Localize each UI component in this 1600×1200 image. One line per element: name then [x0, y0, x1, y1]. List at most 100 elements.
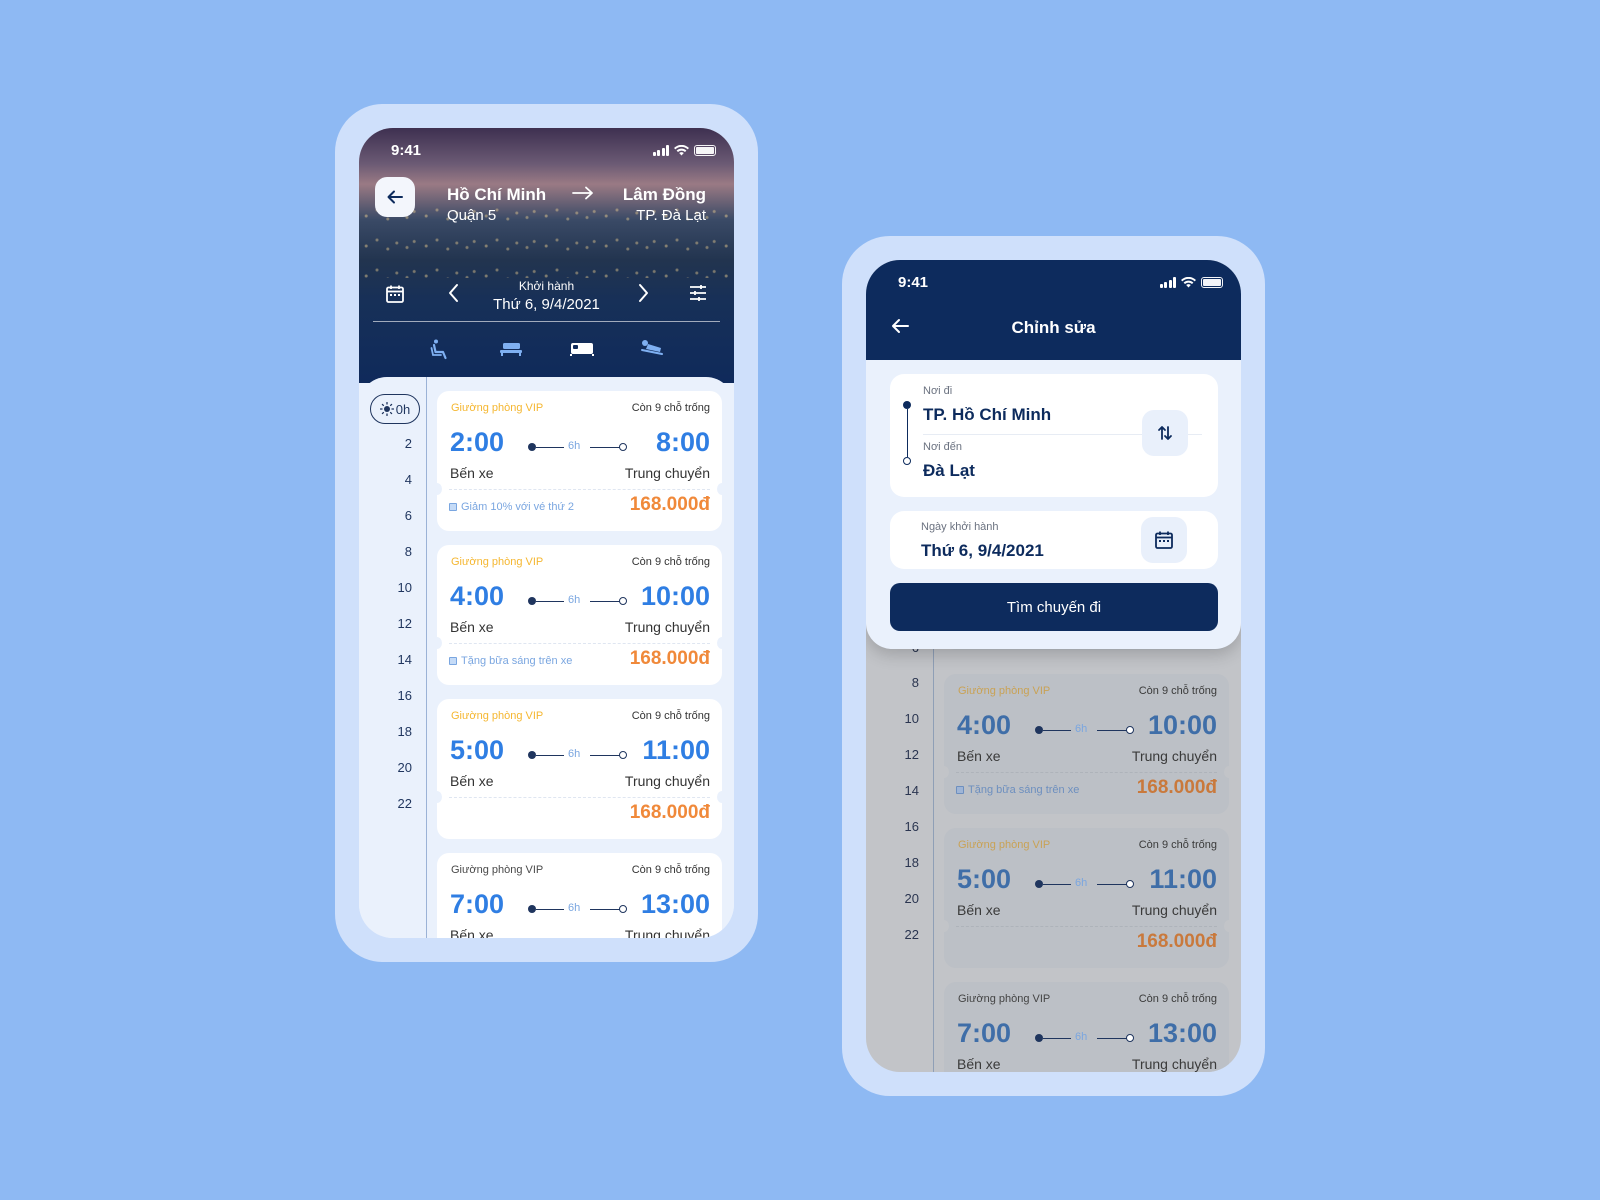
timeline-hour[interactable]: 10: [398, 580, 412, 595]
signal-icon: [652, 145, 669, 156]
arrow-right-icon: [572, 186, 593, 200]
results-screen: 9:41 Hồ Chí Minh Quận 5 Lâm Đồng TP. Đà …: [359, 128, 734, 938]
ticket-notch: [432, 637, 442, 649]
timeline-hour[interactable]: 22: [905, 927, 919, 942]
start-dot: [1035, 1034, 1043, 1042]
sleeper-icon[interactable]: [640, 338, 664, 363]
end-dot: [1126, 1034, 1134, 1042]
line-segment: [536, 754, 564, 756]
next-date-button[interactable]: [636, 282, 650, 304]
trip-duration-line: 6h: [1035, 723, 1135, 735]
line-segment: [536, 446, 564, 448]
calendar-button[interactable]: [1141, 517, 1187, 563]
timeline-hour[interactable]: 22: [398, 796, 412, 811]
timeline-hour[interactable]: 20: [905, 891, 919, 906]
dropoff-point: Trung chuyển: [1131, 902, 1217, 918]
timeline-hour[interactable]: 2: [405, 436, 412, 451]
dropoff-point: Trung chuyển: [1131, 1056, 1217, 1072]
line-segment: [590, 754, 620, 756]
timeline-current-chip[interactable]: 0h: [370, 394, 420, 424]
timeline-hour[interactable]: 12: [398, 616, 412, 631]
phone-frame-results: 9:41 Hồ Chí Minh Quận 5 Lâm Đồng TP. Đà …: [335, 104, 758, 962]
line-segment: [1043, 1037, 1071, 1039]
trip-type: Giường phòng VIP: [451, 864, 544, 876]
hour-timeline: 0h 2 4 6 8 10 12 14 16 18 20 22: [359, 377, 427, 938]
trip-price: 168.000đ: [629, 648, 710, 669]
wifi-icon: [1181, 277, 1196, 288]
arrival-time: 10:00: [1147, 710, 1217, 740]
timeline-hour[interactable]: 18: [398, 724, 412, 739]
phone-frame-edit: 6810121416182022 168.000đGiường phòng VI…: [842, 236, 1265, 1096]
trip-duration-line: 6h: [528, 902, 628, 914]
sun-icon: [379, 402, 394, 416]
ticket-notch: [717, 637, 727, 649]
card-divider: [956, 772, 1217, 773]
search-trips-button[interactable]: Tìm chuyến đi: [890, 583, 1218, 631]
trip-duration: 6h: [1075, 877, 1088, 889]
ticket-notch: [717, 791, 727, 803]
end-dot: [619, 443, 627, 451]
trip-duration-line: 6h: [1035, 877, 1135, 889]
dropoff-point: Trung chuyển: [624, 465, 710, 481]
filter-icon[interactable]: [688, 283, 708, 303]
signal-icon: [1159, 277, 1176, 288]
trip-duration: 6h: [568, 902, 581, 914]
origin-field[interactable]: TP. Hồ Chí Minh: [923, 405, 1051, 425]
end-dot: [619, 905, 627, 913]
departure-time: 7:00: [450, 889, 505, 919]
trip-card[interactable]: Giường phòng VIP Còn 9 chỗ trống 4:00 10:00…: [939, 674, 1234, 814]
departure-date[interactable]: Thứ 6, 9/4/2021: [373, 296, 720, 313]
timeline-hour[interactable]: 14: [905, 783, 919, 798]
ticket-notch: [1224, 766, 1234, 778]
date-card: Ngày khởi hành Thứ 6, 9/4/2021: [890, 511, 1218, 569]
trip-duration: 6h: [1075, 723, 1088, 735]
hero-header: 9:41 Hồ Chí Minh Quận 5 Lâm Đồng TP. Đà …: [359, 128, 734, 383]
bed-icon[interactable]: [499, 340, 523, 363]
card-divider: [449, 643, 710, 644]
timeline-hour[interactable]: 18: [905, 855, 919, 870]
seat-icon[interactable]: [429, 338, 451, 365]
destination-field[interactable]: Đà Lạt: [923, 461, 975, 481]
dropoff-point: Trung chuyển: [624, 619, 710, 635]
route-connector: [906, 409, 908, 457]
date-field[interactable]: Thứ 6, 9/4/2021: [921, 541, 1044, 561]
edit-sheet: 9:41 Chỉnh sửa Nơi đi TP. Hồ Chí Minh Nơ…: [866, 260, 1241, 649]
timeline-hour[interactable]: 12: [905, 747, 919, 762]
trip-card[interactable]: Giường phòng VIP Còn 9 chỗ trống 7:00 13:00…: [437, 853, 722, 938]
trip-duration: 6h: [1075, 1031, 1088, 1043]
line-segment: [590, 446, 620, 448]
seats-left: Còn 9 chỗ trống: [1138, 685, 1217, 697]
promo-text: Tặng bữa sáng trên xe: [461, 655, 573, 667]
timeline-hour[interactable]: 4: [405, 472, 412, 487]
timeline-hour[interactable]: 8: [912, 675, 919, 690]
dropoff-point: Trung chuyển: [624, 927, 710, 938]
line-segment: [536, 600, 564, 602]
timeline-hour[interactable]: 6: [405, 508, 412, 523]
timeline-hour[interactable]: 10: [905, 711, 919, 726]
trip-card[interactable]: Giường phòng VIP Còn 9 chỗ trống 2:00 8:00 6…: [432, 391, 727, 531]
trip-list-panel: 0h 2 4 6 8 10 12 14 16 18 20 22 Giường phòng VIP Cò…: [359, 377, 734, 938]
wifi-icon: [674, 145, 689, 156]
timeline-hour[interactable]: 16: [398, 688, 412, 703]
back-button[interactable]: [375, 177, 415, 217]
timeline-hour[interactable]: 8: [405, 544, 412, 559]
trip-type: Giường phòng VIP: [958, 839, 1051, 851]
timeline-hour[interactable]: 16: [905, 819, 919, 834]
line-segment: [536, 908, 564, 910]
location-card: Nơi đi TP. Hồ Chí Minh Nơi đến Đà Lạt: [890, 374, 1218, 497]
trip-card[interactable]: Giường phòng VIP Còn 9 chỗ trống 5:00 11:00…: [939, 828, 1234, 968]
trip-card[interactable]: Giường phòng VIP Còn 9 chỗ trống 5:00 11:00…: [432, 699, 727, 839]
timeline-hour[interactable]: 20: [398, 760, 412, 775]
swap-icon: [1158, 426, 1172, 440]
arrow-left-icon: [387, 190, 403, 204]
promo-icon: [449, 503, 457, 511]
edit-title: Chỉnh sửa: [1011, 318, 1096, 337]
trip-card[interactable]: Giường phòng VIP Còn 9 chỗ trống 7:00 13:00…: [944, 982, 1229, 1072]
swap-button[interactable]: [1142, 410, 1188, 456]
cabin-icon[interactable]: [570, 340, 594, 363]
route-origin: Hồ Chí Minh Quận 5: [447, 185, 546, 224]
trip-duration-line: 6h: [528, 748, 628, 760]
seats-left: Còn 9 chỗ trống: [631, 402, 710, 414]
timeline-hour[interactable]: 14: [398, 652, 412, 667]
trip-card[interactable]: Giường phòng VIP Còn 9 chỗ trống 4:00 10:00…: [432, 545, 727, 685]
